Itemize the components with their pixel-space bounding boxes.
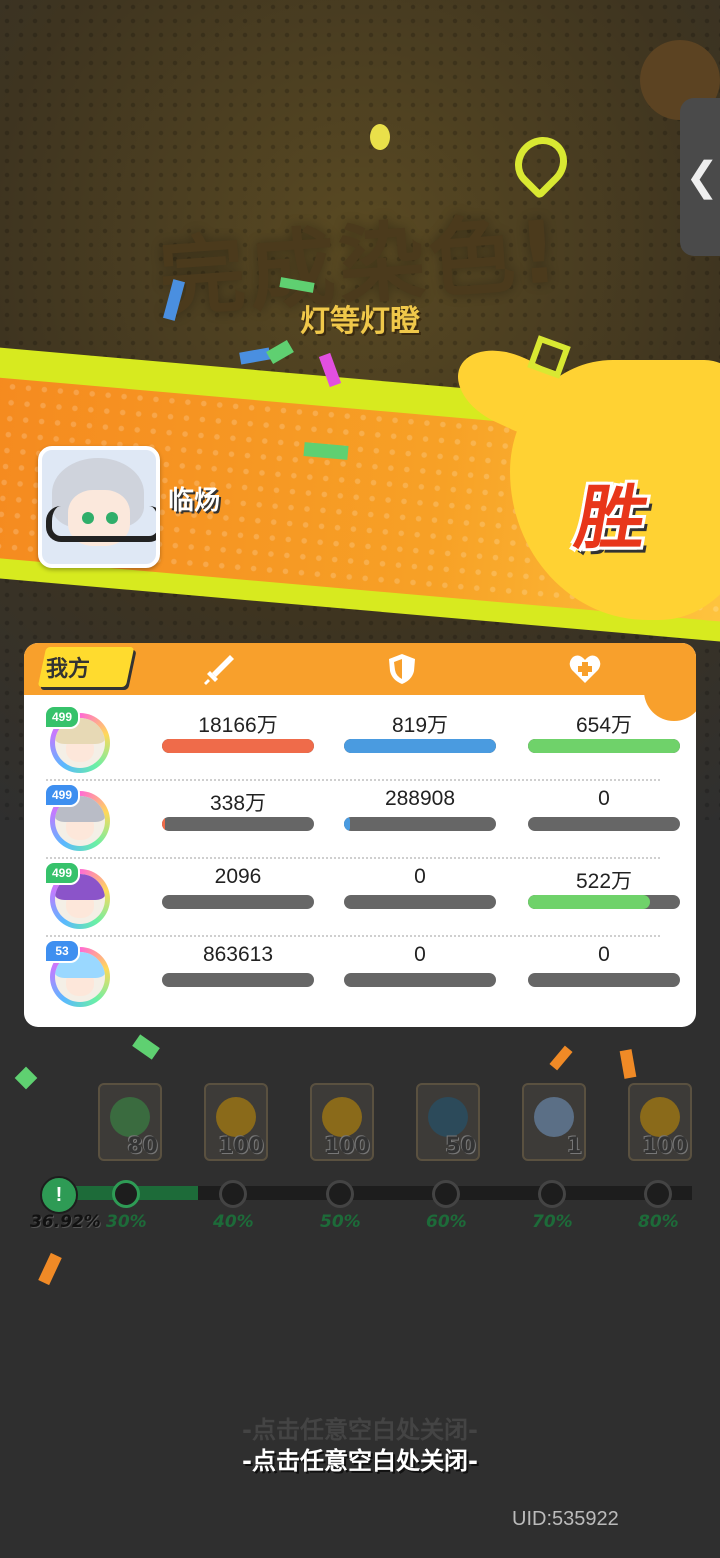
heal-bar-fill [528, 739, 680, 753]
tank-bar-fill [344, 817, 351, 831]
heal-value: 0 [598, 787, 610, 810]
headphones-icon [46, 506, 156, 542]
tank-bar [344, 973, 496, 987]
heal-bar [528, 817, 680, 831]
green-check-icon [110, 1097, 150, 1137]
player-name: 临炀 [168, 486, 221, 516]
damage-bar [162, 739, 314, 753]
milestone-node[interactable] [326, 1180, 354, 1208]
milestone-label: 60% [426, 1212, 467, 1232]
milestone-label: 30% [106, 1212, 147, 1232]
confetti [38, 1252, 62, 1286]
current-progress-label: 36.92% [30, 1212, 101, 1232]
heal-value: 654万 [575, 714, 633, 737]
hero-stat-row: 53 863613 0 0 [44, 939, 684, 1017]
map-name: 灯等灯瞪 [300, 304, 420, 339]
heal-bar-fill [528, 895, 650, 909]
hero-level-badge: 53 [44, 939, 80, 963]
tank-value: 0 [414, 865, 426, 888]
damage-bar [162, 817, 314, 831]
tank-bar [344, 895, 496, 909]
heal-value: 0 [598, 943, 610, 966]
hero-level-badge: 499 [44, 705, 80, 729]
confetti [549, 1045, 573, 1071]
milestone-node[interactable] [538, 1180, 566, 1208]
reward-count: 100 [642, 1134, 688, 1159]
damage-bar-fill [162, 817, 166, 831]
reward-item[interactable]: 100 [628, 1083, 692, 1161]
hero-level-badge: 499 [44, 783, 80, 807]
confetti [619, 1049, 637, 1079]
damage-value: 2096 [214, 865, 262, 888]
confetti [370, 124, 390, 150]
gem-icon [428, 1097, 468, 1137]
coin-icon [216, 1097, 256, 1137]
close-hint[interactable]: -点击任意空白处关闭- [0, 1441, 720, 1476]
reward-item[interactable]: 100 [204, 1083, 268, 1161]
pencil-icon [322, 1097, 362, 1137]
reward-item[interactable]: 1 [522, 1083, 586, 1161]
damage-bar [162, 973, 314, 987]
tank-value: 0 [414, 943, 426, 966]
tank-value: 819万 [391, 714, 449, 737]
shield-icon [389, 654, 415, 684]
hero-stat-row: 499 18166万 819万 654万 [44, 705, 684, 783]
heart-plus-icon [569, 655, 601, 683]
close-hint-shadow: -点击任意空白处关闭- [242, 1416, 478, 1444]
milestone-label: 80% [638, 1212, 679, 1232]
damage-value: 338万 [209, 792, 267, 815]
heal-value: 522万 [575, 870, 633, 893]
user-id: UID:535922 [512, 1508, 619, 1530]
damage-value: 863613 [202, 943, 274, 966]
tank-bar [344, 817, 496, 831]
heal-bar [528, 973, 680, 987]
reward-item[interactable]: 50 [416, 1083, 480, 1161]
tank-bar [344, 739, 496, 753]
confetti [132, 1034, 160, 1060]
milestone-node[interactable] [432, 1180, 460, 1208]
reward-count: 1 [566, 1134, 582, 1159]
current-progress-flag-icon: ! [40, 1176, 78, 1214]
reward-count: 100 [324, 1134, 370, 1159]
milestone-label: 50% [320, 1212, 361, 1232]
milestone-node[interactable] [219, 1180, 247, 1208]
confetti [14, 1066, 38, 1090]
tank-bar-fill [344, 739, 496, 753]
heal-bar [528, 739, 680, 753]
heal-bar [528, 895, 680, 909]
damage-bar [162, 895, 314, 909]
team-label: 我方 [46, 657, 91, 682]
reward-count: 100 [218, 1134, 264, 1159]
milestone-node[interactable] [112, 1180, 140, 1208]
reward-count: 80 [127, 1134, 158, 1159]
reward-item[interactable]: 100 [310, 1083, 374, 1161]
hero-stat-row: 499 338万 288908 0 [44, 783, 684, 861]
milestone-label: 40% [213, 1212, 254, 1232]
milestone-label: 70% [532, 1212, 573, 1232]
coin-icon [640, 1097, 680, 1137]
reward-item[interactable]: 80 [98, 1083, 162, 1161]
damage-value: 18166万 [198, 714, 278, 737]
hero-stat-row: 499 2096 0 522万 [44, 861, 684, 939]
player-avatar[interactable] [38, 446, 160, 568]
damage-bar-fill [162, 739, 314, 753]
house-icon [534, 1097, 574, 1137]
milestone-node[interactable] [644, 1180, 672, 1208]
hero-level-badge: 499 [44, 861, 80, 885]
reward-count: 50 [445, 1134, 476, 1159]
sword-icon [204, 655, 234, 685]
tank-value: 288908 [384, 787, 456, 810]
team-stats-panel: 我方 499 18166万 819万 654万 499 338万 288908 0 499 209… [24, 643, 696, 1027]
